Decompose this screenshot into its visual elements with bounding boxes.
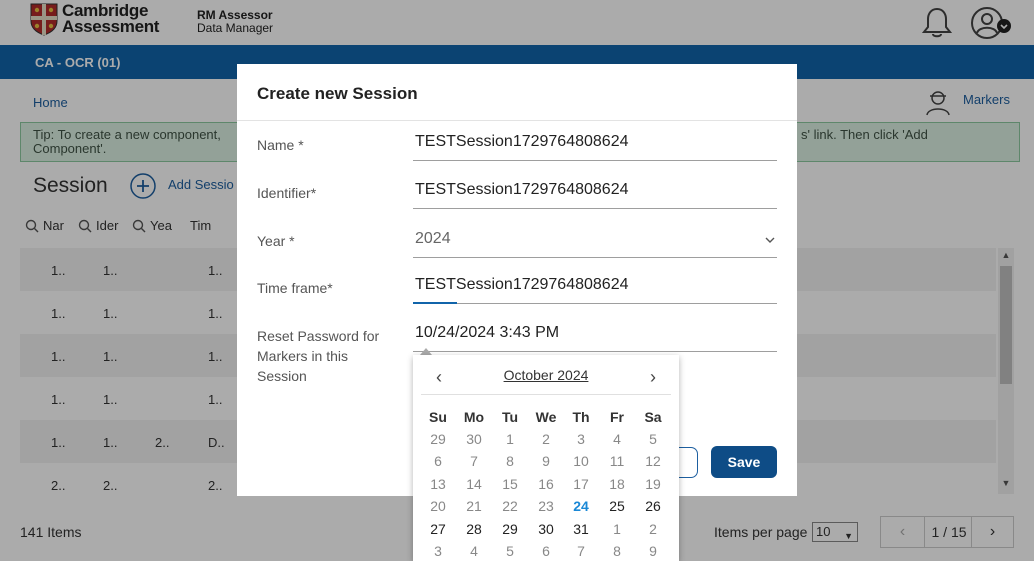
- calendar-day[interactable]: 2: [635, 521, 671, 537]
- calendar-weekday-header: Tu: [501, 409, 519, 425]
- identifier-label: Identifier*: [257, 185, 317, 201]
- calendar-pointer: [420, 348, 432, 355]
- calendar-day[interactable]: 16: [528, 476, 564, 492]
- calendar-month-label[interactable]: October 2024: [413, 367, 679, 383]
- year-select[interactable]: 2024: [413, 222, 777, 258]
- calendar-day[interactable]: 17: [563, 476, 599, 492]
- save-button[interactable]: Save: [711, 446, 777, 478]
- calendar-day[interactable]: 5: [635, 431, 671, 447]
- calendar-day[interactable]: 6: [528, 543, 564, 559]
- reset-password-label-line-3: Session: [257, 368, 307, 384]
- calendar-day[interactable]: 29: [420, 431, 456, 447]
- calendar-day[interactable]: 27: [420, 521, 456, 537]
- calendar-day[interactable]: 8: [599, 543, 635, 559]
- chevron-down-icon: [765, 237, 775, 243]
- calendar-day[interactable]: 3: [563, 431, 599, 447]
- reset-password-datetime-value: 10/24/2024 3:43 PM: [415, 324, 560, 341]
- calendar-day[interactable]: 10: [563, 453, 599, 469]
- date-picker-calendar: October 2024 ‹ › Su Mo Tu We Th Fr Sa 29 30 1 2 3 4 5…: [413, 355, 679, 561]
- calendar-day[interactable]: 21: [456, 498, 492, 514]
- reset-password-label: Reset Password for Markers in this Sessi…: [257, 326, 379, 386]
- calendar-day[interactable]: 11: [599, 453, 635, 469]
- year-label: Year *: [257, 233, 295, 249]
- calendar-day[interactable]: 5: [492, 543, 528, 559]
- calendar-day[interactable]: 1: [492, 431, 528, 447]
- calendar-day[interactable]: 30: [456, 431, 492, 447]
- calendar-day[interactable]: 6: [420, 453, 456, 469]
- calendar-day[interactable]: 20: [420, 498, 456, 514]
- identifier-field[interactable]: TESTSession1729764808624: [413, 173, 777, 209]
- calendar-day[interactable]: 19: [635, 476, 671, 492]
- input-focus-indicator: [413, 302, 457, 304]
- calendar-day[interactable]: 25: [599, 498, 635, 514]
- calendar-day[interactable]: 7: [456, 453, 492, 469]
- dialog-divider: [237, 120, 797, 121]
- calendar-divider: [421, 394, 671, 395]
- calendar-day[interactable]: 15: [492, 476, 528, 492]
- name-field-value: TESTSession1729764808624: [415, 133, 629, 150]
- calendar-day[interactable]: 23: [528, 498, 564, 514]
- name-label: Name *: [257, 137, 304, 153]
- reset-password-datetime-field[interactable]: 10/24/2024 3:43 PM: [413, 316, 777, 352]
- calendar-day[interactable]: 14: [456, 476, 492, 492]
- next-month-chevron-icon[interactable]: ›: [641, 367, 665, 389]
- timeframe-field[interactable]: TESTSession1729764808624: [413, 268, 777, 304]
- calendar-weekday-header: We: [535, 409, 557, 425]
- calendar-day[interactable]: 12: [635, 453, 671, 469]
- calendar-day-today[interactable]: 24: [563, 498, 599, 514]
- calendar-day[interactable]: 4: [599, 431, 635, 447]
- calendar-weekday-header: Mo: [463, 409, 485, 425]
- dialog-title: Create new Session: [257, 84, 418, 103]
- calendar-day[interactable]: 18: [599, 476, 635, 492]
- calendar-day[interactable]: 1: [599, 521, 635, 537]
- identifier-field-value: TESTSession1729764808624: [415, 181, 629, 198]
- calendar-weekday-header: Fr: [610, 409, 624, 425]
- previous-month-chevron-icon[interactable]: ‹: [427, 367, 451, 389]
- timeframe-field-value: TESTSession1729764808624: [415, 276, 629, 293]
- year-select-value: 2024: [415, 230, 451, 247]
- calendar-day[interactable]: 30: [528, 521, 564, 537]
- calendar-day[interactable]: 3: [420, 543, 456, 559]
- calendar-day[interactable]: 9: [528, 453, 564, 469]
- reset-password-label-line-2: Markers in this: [257, 348, 349, 364]
- calendar-weekday-header: Sa: [644, 409, 662, 425]
- name-field[interactable]: TESTSession1729764808624: [413, 125, 777, 161]
- timeframe-label: Time frame*: [257, 280, 333, 296]
- reset-password-label-line-1: Reset Password for: [257, 328, 380, 344]
- calendar-day[interactable]: 2: [528, 431, 564, 447]
- calendar-day[interactable]: 29: [492, 521, 528, 537]
- calendar-day[interactable]: 31: [563, 521, 599, 537]
- calendar-day[interactable]: 26: [635, 498, 671, 514]
- calendar-day[interactable]: 4: [456, 543, 492, 559]
- calendar-weekday-header: Th: [572, 409, 590, 425]
- calendar-day[interactable]: 7: [563, 543, 599, 559]
- calendar-day[interactable]: 9: [635, 543, 671, 559]
- calendar-day[interactable]: 28: [456, 521, 492, 537]
- calendar-weekday-header: Su: [429, 409, 447, 425]
- calendar-day[interactable]: 22: [492, 498, 528, 514]
- calendar-day[interactable]: 13: [420, 476, 456, 492]
- calendar-day[interactable]: 8: [492, 453, 528, 469]
